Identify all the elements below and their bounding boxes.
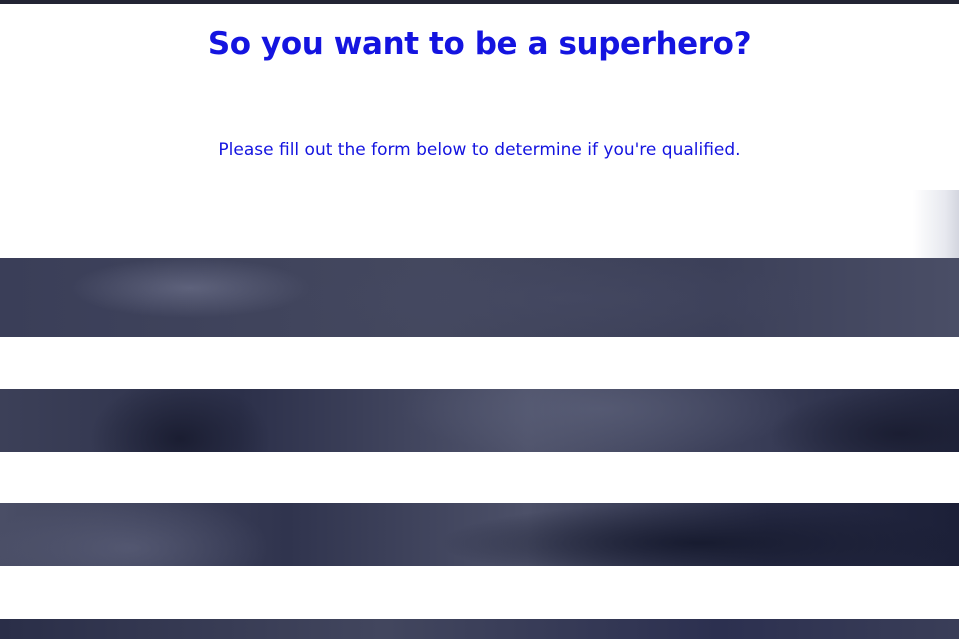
page-title: So you want to be a superhero? <box>207 26 752 62</box>
background-image-band <box>0 258 959 337</box>
page-subtitle: Please fill out the form below to determ… <box>218 140 741 160</box>
page: So you want to be a superhero? Please fi… <box>0 0 959 639</box>
decorative-fragment <box>913 190 959 260</box>
background-image-band <box>0 503 959 566</box>
top-bar <box>0 0 959 4</box>
background-image-band <box>0 619 959 639</box>
background-image-band <box>0 389 959 452</box>
